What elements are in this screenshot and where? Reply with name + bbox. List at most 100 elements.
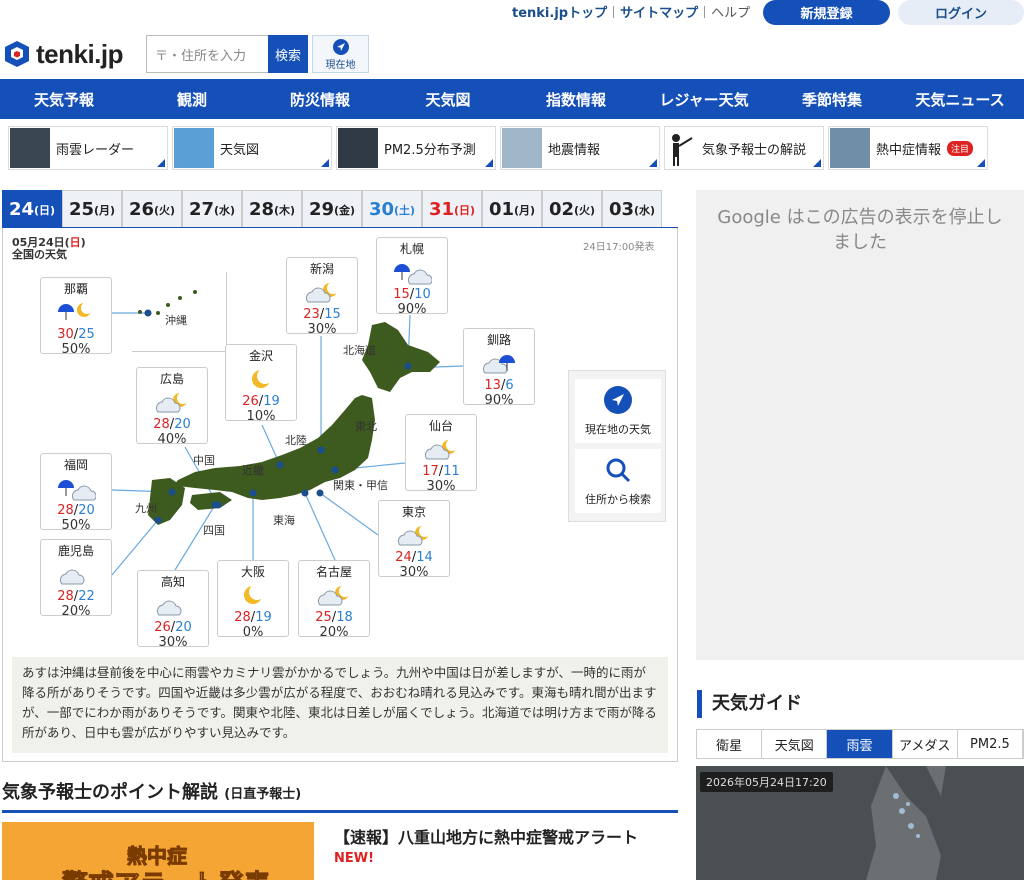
temperature: 28/20	[137, 417, 207, 432]
precip-probability: 90%	[484, 393, 514, 408]
temperature: 13/6	[464, 378, 534, 393]
login-button[interactable]: ログイン	[898, 0, 1024, 25]
city-card[interactable]: 広島 28/20 40%	[136, 367, 208, 447]
register-button[interactable]: 新規登録	[763, 0, 890, 25]
city-name: 新潟	[309, 262, 334, 276]
high-temp: 30	[57, 327, 74, 342]
quick-link-heatstroke[interactable]: 熱中症情報 注目	[828, 126, 988, 170]
region-kinki[interactable]: 近畿	[242, 462, 264, 478]
city-card[interactable]: 東京 24/14 30%	[378, 500, 450, 580]
weather-icon	[218, 580, 288, 610]
precip-probability: 10%	[246, 409, 276, 424]
nav-news[interactable]: 天気ニュース	[896, 79, 1024, 119]
city-name: 鹿児島	[57, 544, 94, 558]
low-temp: 25	[78, 327, 95, 342]
high-temp: 17	[422, 464, 439, 479]
city-card[interactable]: 那覇 30/25 50%	[40, 277, 112, 357]
city-card[interactable]: 大阪 28/19 0%	[217, 560, 289, 640]
weather-icon	[406, 434, 476, 464]
corner-arrow-icon	[813, 159, 821, 167]
high-temp: 26	[154, 620, 171, 635]
news-headline-link[interactable]: 【速報】八重山地方に熱中症警戒アラート	[334, 824, 638, 848]
corner-arrow-icon	[977, 159, 985, 167]
region-kyushu[interactable]: 九州	[135, 500, 157, 516]
low-temp: 19	[263, 394, 280, 409]
rain-cloud-icon	[394, 264, 432, 285]
temperature: 26/20	[138, 620, 208, 635]
city-card[interactable]: 高知 26/20 30%	[137, 570, 209, 650]
precip-probability: 50%	[61, 518, 91, 533]
guide-tab-0[interactable]: 衛星	[697, 730, 763, 758]
weather-icon	[137, 387, 207, 417]
city-card[interactable]: 釧路 13/6 90%	[463, 328, 535, 408]
weather-icon	[377, 257, 447, 287]
city-name: 札幌	[399, 242, 424, 256]
city-name: 釧路	[486, 333, 511, 347]
region-hokkaido[interactable]: 北海道	[343, 342, 376, 358]
city-card[interactable]: 名古屋 25/18 20%	[298, 560, 370, 640]
temperature: 25/18	[299, 610, 369, 625]
city-card[interactable]: 新潟 23/15 30%	[286, 257, 358, 337]
low-temp: 20	[78, 503, 95, 518]
low-temp: 19	[255, 610, 272, 625]
guide-tab-4[interactable]: PM2.5	[958, 730, 1024, 758]
region-tokai[interactable]: 東海	[273, 512, 295, 528]
weather-icon	[41, 297, 111, 327]
low-temp: 18	[336, 610, 353, 625]
address-search-button[interactable]: 住所から検索	[575, 449, 661, 513]
region-shikoku[interactable]: 四国	[203, 522, 225, 538]
temperature: 28/20	[41, 503, 111, 518]
attention-badge: 注目	[946, 141, 973, 156]
region-okinawa[interactable]: 沖縄	[165, 312, 187, 328]
city-card[interactable]: 金沢 26/19 10%	[225, 344, 297, 424]
low-temp: 11	[443, 464, 460, 479]
temperature: 15/10	[377, 287, 447, 302]
forecast-description: あすは沖縄は昼前後を中心に雨雲やカミナリ雲がかかるでしょう。九州や中国は日が差し…	[12, 657, 668, 753]
city-card[interactable]: 鹿児島 28/22 20%	[40, 539, 112, 619]
precip-probability: 0%	[242, 625, 264, 640]
quick-link-forecaster[interactable]: 気象予報士の解説	[664, 126, 824, 170]
heatstroke-alert-banner[interactable]: 熱中症 警戒アラート発表	[2, 822, 314, 880]
city-name: 東京	[401, 505, 426, 519]
expert-commentary-heading: 気象予報士のポイント解説 (日直予報士)	[2, 778, 301, 804]
nav-season[interactable]: 季節特集	[768, 79, 896, 119]
city-name: 高知	[160, 575, 185, 589]
city-name: 名古屋	[315, 565, 352, 579]
precip-probability: 30%	[307, 322, 337, 337]
city-card[interactable]: 仙台 17/11 30%	[405, 414, 477, 494]
region-kanto-koshin[interactable]: 関東・甲信	[333, 477, 388, 493]
expert-author: (日直予報士)	[224, 787, 302, 802]
region-hokuriku[interactable]: 北陸	[285, 432, 307, 448]
moon-icon	[244, 584, 265, 604]
precip-probability: 50%	[61, 342, 91, 357]
high-temp: 26	[242, 394, 259, 409]
high-temp: 15	[393, 287, 410, 302]
high-temp: 28	[153, 417, 170, 432]
ad-area	[696, 190, 1024, 660]
temperature: 30/25	[41, 327, 111, 342]
new-label: NEW!	[334, 851, 375, 866]
guide-tab-1[interactable]: 天気図	[762, 730, 828, 758]
address-search-label: 住所から検索	[585, 493, 651, 506]
low-temp: 15	[324, 307, 341, 322]
rain-moon-icon	[58, 302, 93, 320]
guide-tab-2[interactable]: 雨雲	[827, 730, 893, 758]
region-chugoku[interactable]: 中国	[193, 452, 215, 468]
region-tohoku[interactable]: 東北	[355, 418, 377, 434]
precip-probability: 20%	[61, 604, 91, 619]
temperature: 26/19	[226, 394, 296, 409]
cloud-moon-icon	[305, 282, 339, 303]
city-card[interactable]: 札幌 15/10 90%	[376, 237, 448, 317]
weather-icon	[299, 580, 369, 610]
weather-icon	[41, 559, 111, 589]
top-link-help[interactable]: ヘルプ	[705, 2, 756, 21]
expert-heading-text: 気象予報士のポイント解説	[2, 782, 218, 803]
city-card[interactable]: 福岡 28/20 50%	[40, 453, 112, 533]
guide-tab-3[interactable]: アメダス	[893, 730, 958, 758]
high-temp: 24	[395, 550, 412, 565]
city-name: 仙台	[428, 419, 453, 433]
expert-divider	[2, 810, 678, 813]
current-location-weather-label: 現在地の天気	[585, 423, 651, 436]
current-location-weather-button[interactable]: 現在地の天気	[575, 379, 661, 443]
cloud-icon	[156, 600, 182, 616]
